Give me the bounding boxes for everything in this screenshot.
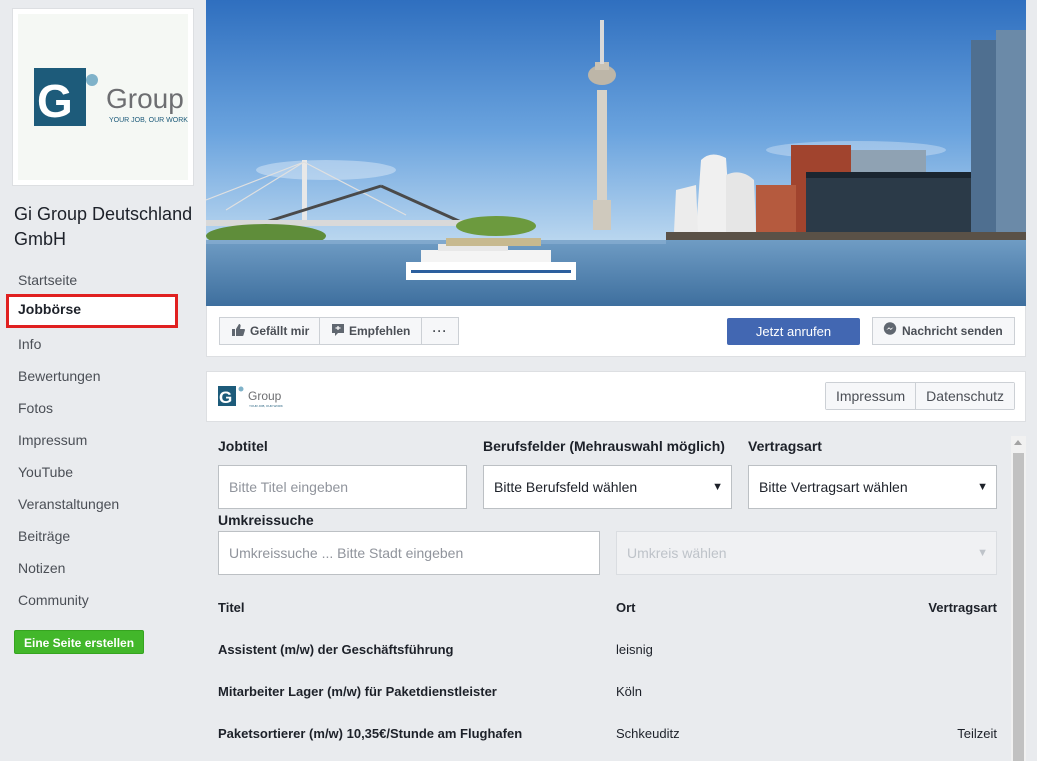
jobtitle-label: Jobtitel [218, 438, 268, 454]
page-action-bar: Gefällt mir Empfehlen ··· Jetzt anrufen … [206, 306, 1026, 357]
field-label: Berufsfelder (Mehrauswahl möglich) [483, 438, 725, 454]
column-header-title[interactable]: Titel [218, 600, 245, 615]
tab-datenschutz[interactable]: Datenschutz [915, 383, 1014, 409]
create-page-button[interactable]: Eine Seite erstellen [14, 630, 145, 654]
svg-text:G: G [219, 388, 232, 407]
field-select[interactable]: Bitte Berufsfeld wählen ▼ [483, 465, 732, 509]
scroll-up-arrow-icon[interactable] [1014, 440, 1022, 445]
job-contract: Teilzeit [957, 726, 997, 741]
column-header-location[interactable]: Ort [616, 600, 636, 615]
more-icon: ··· [432, 324, 448, 338]
app-header: G Group YOUR JOB, OUR WORK Impressum Dat… [206, 371, 1026, 422]
app-tabs: Impressum Datenschutz [824, 382, 1015, 410]
jobtitle-input[interactable]: Bitte Titel eingeben [218, 465, 467, 509]
thumbs-up-icon [232, 319, 245, 345]
contract-select-value: Bitte Vertragsart wählen [759, 479, 908, 495]
svg-text:YOUR JOB, OUR WORK: YOUR JOB, OUR WORK [249, 404, 283, 408]
page-title: Gi Group Deutschland GmbH [14, 204, 193, 249]
svg-text:Group: Group [106, 83, 184, 114]
recommend-label: Empfehlen [349, 324, 411, 338]
radius-label: Umkreissuche [218, 512, 314, 528]
job-title[interactable]: Mitarbeiter Lager (m/w) für Paketdienstl… [218, 684, 497, 699]
sidebar-item-beitraege[interactable]: Beiträge [6, 521, 194, 551]
recommend-icon [332, 319, 344, 345]
call-now-button[interactable]: Jetzt anrufen [727, 318, 860, 345]
messenger-icon [883, 319, 897, 345]
app-logo: G Group YOUR JOB, OUR WORK [218, 384, 288, 415]
tab-impressum[interactable]: Impressum [825, 383, 916, 409]
job-location: Köln [616, 684, 643, 699]
chevron-down-icon: ▼ [977, 547, 988, 559]
more-options-button[interactable]: ··· [421, 317, 459, 345]
contract-select[interactable]: Bitte Vertragsart wählen ▼ [748, 465, 997, 509]
column-header-contract[interactable]: Vertragsart [928, 600, 997, 615]
radius-city-input[interactable]: Umkreissuche ... Bitte Stadt eingeben [218, 531, 600, 575]
sidebar-item-veranstaltungen[interactable]: Veranstaltungen [6, 489, 194, 519]
sidebar-item-community[interactable]: Community [6, 585, 194, 615]
job-search-app: Jobtitel Berufsfelder (Mehrauswahl mögli… [206, 422, 1026, 761]
sidebar-item-jobboerse[interactable]: Jobbörse [6, 294, 178, 328]
contract-label: Vertragsart [748, 438, 822, 454]
radius-select[interactable]: Umkreis wählen ▼ [616, 531, 997, 575]
cover-photo[interactable] [206, 0, 1026, 306]
sidebar-item-bewertungen[interactable]: Bewertungen [6, 361, 194, 391]
sidebar-item-impressum[interactable]: Impressum [6, 425, 194, 455]
radius-select-value: Umkreis wählen [627, 545, 727, 561]
send-message-button[interactable]: Nachricht senden [872, 317, 1015, 345]
job-location: leisnig [616, 642, 653, 657]
svg-text:YOUR JOB, OUR WORK: YOUR JOB, OUR WORK [109, 117, 188, 124]
job-location: Schkeuditz [616, 726, 680, 741]
sidebar-item-startseite[interactable]: Startseite [6, 265, 194, 295]
job-title[interactable]: Assistent (m/w) der Geschäftsführung [218, 642, 453, 657]
svg-text:Group: Group [248, 389, 282, 403]
sidebar: G Group YOUR JOB, OUR WORK Gi Group Deut… [0, 0, 200, 761]
like-button[interactable]: Gefällt mir [219, 317, 320, 345]
field-select-value: Bitte Berufsfeld wählen [494, 479, 638, 495]
app-scrollbar[interactable] [1011, 436, 1026, 761]
gi-group-logo: G Group YOUR JOB, OUR WORK [18, 14, 188, 180]
svg-text:G: G [37, 75, 73, 127]
sidebar-item-info[interactable]: Info [6, 329, 194, 359]
sidebar-item-notizen[interactable]: Notizen [6, 553, 194, 583]
send-message-label: Nachricht senden [902, 324, 1003, 338]
recommend-button[interactable]: Empfehlen [319, 317, 422, 345]
chevron-down-icon: ▼ [712, 481, 723, 493]
chevron-down-icon: ▼ [977, 481, 988, 493]
profile-picture[interactable]: G Group YOUR JOB, OUR WORK [12, 8, 194, 186]
scrollbar-thumb[interactable] [1013, 453, 1024, 761]
job-title[interactable]: Paketsortierer (m/w) 10,35€/Stunde am Fl… [218, 726, 522, 741]
sidebar-item-fotos[interactable]: Fotos [6, 393, 194, 423]
like-label: Gefällt mir [250, 324, 310, 338]
sidebar-item-youtube[interactable]: YouTube [6, 457, 194, 487]
